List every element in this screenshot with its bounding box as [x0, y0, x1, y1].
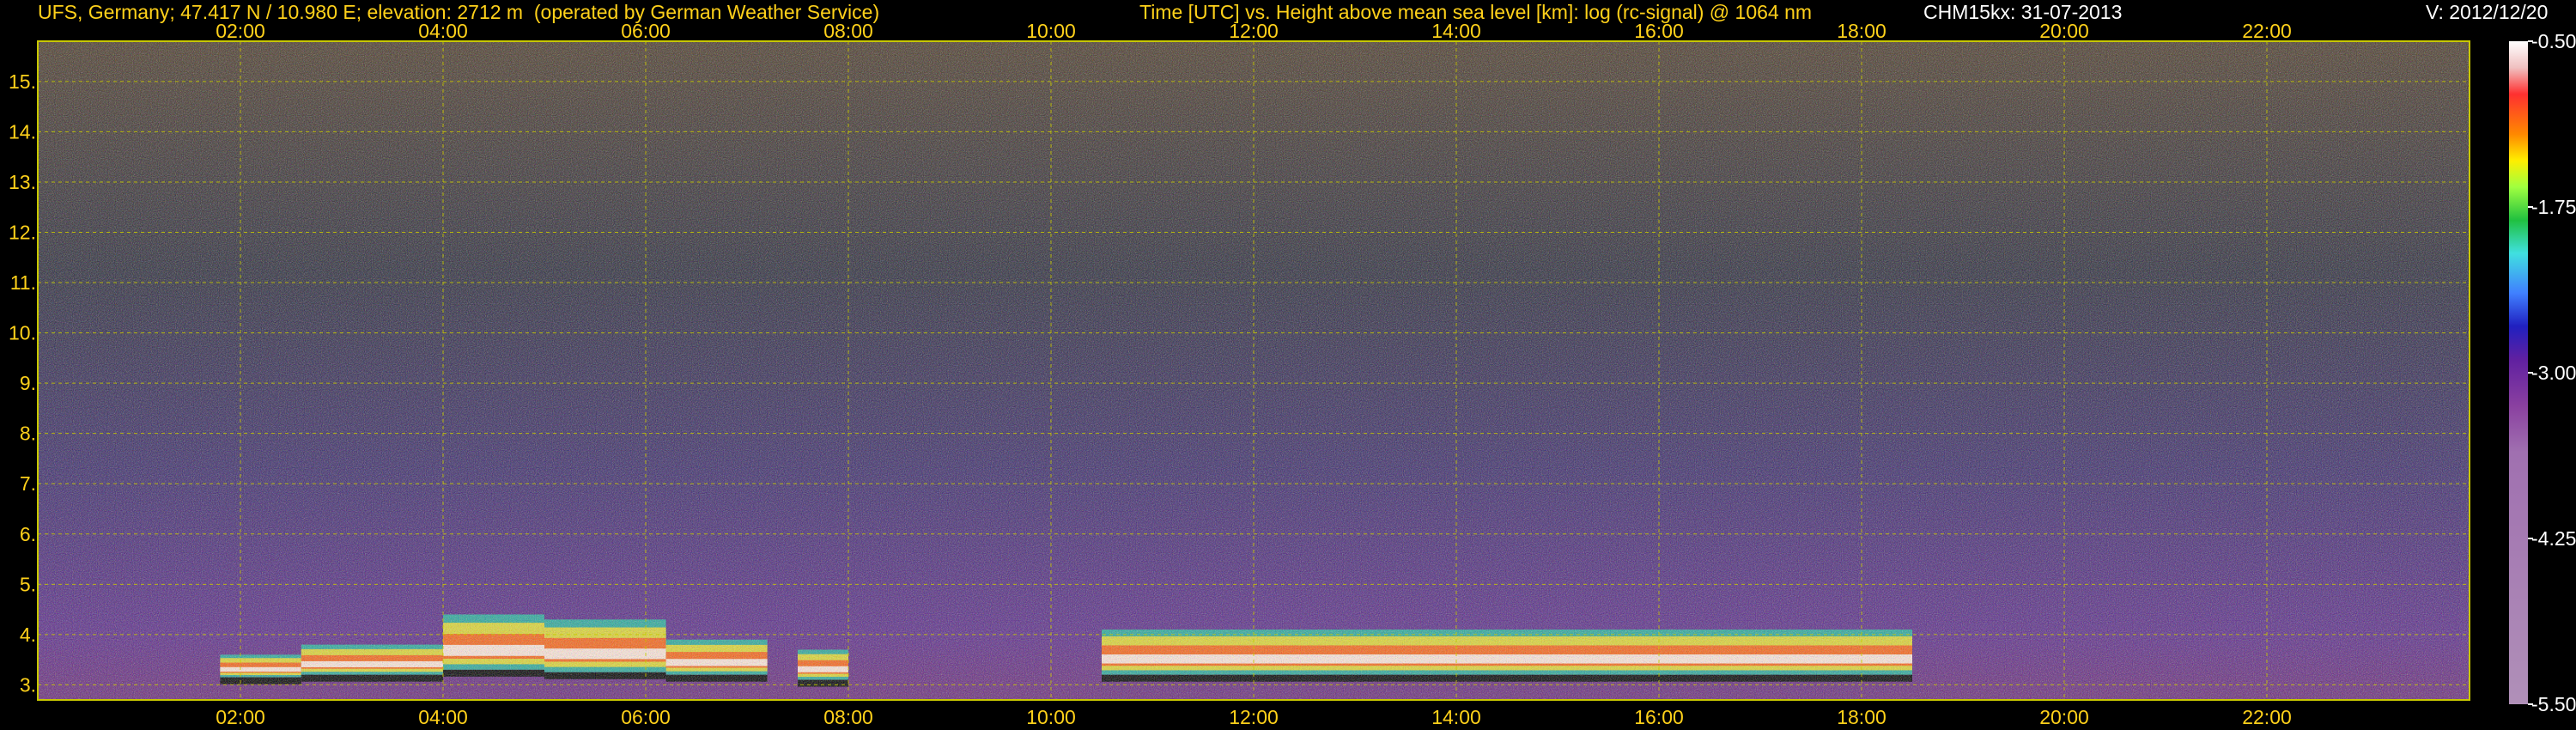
- x-tick-label-bottom: 20:00: [2039, 706, 2089, 728]
- x-tick-label-top: 06:00: [621, 20, 671, 42]
- x-tick-label-bottom: 04:00: [418, 706, 468, 728]
- y-tick-label: 14.: [9, 120, 36, 143]
- colorbar-tick-label: -4.25: [2531, 527, 2576, 550]
- y-tick-label: 13.: [9, 171, 36, 193]
- y-tick-label: 8.: [20, 423, 36, 445]
- colorbar: -0.50 -1.75 -3.00 -4.25 -5.50: [2509, 30, 2576, 715]
- x-tick-label-top: 14:00: [1431, 20, 1481, 42]
- x-tick-label-bottom: 18:00: [1837, 706, 1886, 728]
- colorbar-tick-label: -0.50: [2531, 30, 2576, 52]
- x-tick-label-top: 20:00: [2039, 20, 2089, 42]
- y-tick-label: 11.: [10, 271, 36, 294]
- x-tick-label-top: 10:00: [1026, 20, 1076, 42]
- x-tick-label-top: 18:00: [1837, 20, 1886, 42]
- y-tick-label: 3.: [20, 673, 36, 696]
- y-tick-label: 9.: [20, 372, 36, 394]
- x-tick-label-top: 16:00: [1634, 20, 1684, 42]
- colorbar-gradient: [2509, 41, 2528, 704]
- x-tick-label-bottom: 06:00: [621, 706, 671, 728]
- heatmap-chart: 02:00 02:00 04:00 04:00 06:00 06:00 08:00 08:00…: [9, 20, 2576, 728]
- x-tick-label-bottom: 22:00: [2242, 706, 2292, 728]
- x-tick-label-bottom: 16:00: [1634, 706, 1684, 728]
- y-tick-label: 15.: [9, 70, 36, 93]
- x-tick-label-top: 04:00: [418, 20, 468, 42]
- colorbar-tick-label: -3.00: [2531, 362, 2576, 384]
- colorbar-tick-label: -1.75: [2531, 196, 2576, 218]
- y-tick-label: 5.: [20, 573, 36, 595]
- x-tick-label-top: 02:00: [216, 20, 265, 42]
- x-tick-label-bottom: 08:00: [823, 706, 873, 728]
- x-tick-label-top: 12:00: [1229, 20, 1279, 42]
- y-tick-label: 4.: [20, 624, 36, 646]
- x-tick-label-bottom: 10:00: [1026, 706, 1076, 728]
- y-tick-label: 10.: [9, 322, 36, 344]
- y-tick-label: 12.: [9, 221, 36, 243]
- x-tick-label-bottom: 02:00: [216, 706, 265, 728]
- x-tick-label-top: 08:00: [823, 20, 873, 42]
- x-tick-label-bottom: 14:00: [1431, 706, 1481, 728]
- y-tick-label: 6.: [20, 523, 36, 545]
- colorbar-tick-label: -5.50: [2531, 693, 2576, 715]
- y-tick-label: 7.: [20, 472, 36, 495]
- x-tick-label-top: 22:00: [2242, 20, 2292, 42]
- x-tick-label-bottom: 12:00: [1229, 706, 1279, 728]
